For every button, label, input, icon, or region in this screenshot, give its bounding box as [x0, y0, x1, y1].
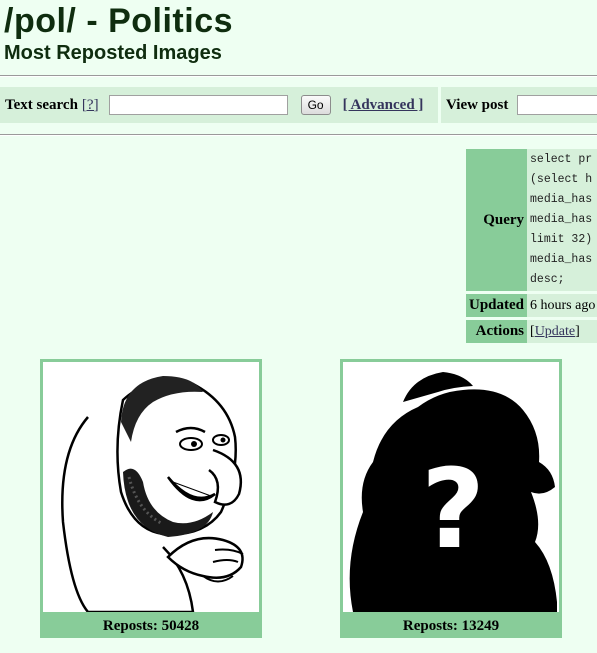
query-line: desc;: [530, 273, 565, 286]
image-card: ? Reposts: 13249: [340, 359, 562, 638]
actions-cell: [Update]: [527, 320, 597, 343]
image-thumbnail[interactable]: ?: [340, 359, 562, 615]
board-title: /pol/ - Politics: [4, 2, 234, 40]
actions-close-bracket: ]: [575, 323, 580, 339]
update-link[interactable]: Update: [535, 324, 575, 339]
page-subtitle: Most Reposted Images: [4, 42, 222, 64]
reposts-label: Reposts: 13249: [340, 615, 562, 638]
updated-header: Updated: [466, 294, 528, 317]
actions-header: Actions: [466, 320, 528, 343]
divider-bottom: [0, 134, 597, 136]
reposts-label: Reposts: 50428: [40, 615, 262, 638]
query-line: select pr: [530, 153, 593, 166]
image-card: Reposts: 50428: [40, 359, 262, 638]
actions-row: Actions [Update]: [466, 320, 597, 343]
text-search-input[interactable]: [108, 95, 288, 115]
query-info-table: Query select pr (select h media_has media_h…: [466, 146, 597, 346]
image-thumbnail[interactable]: [40, 359, 262, 615]
query-line: limit 32): [530, 233, 593, 246]
updated-value: 6 hours ago: [527, 294, 597, 317]
divider-top: [0, 75, 597, 77]
view-post-input[interactable]: [517, 95, 597, 115]
query-line: media_has: [530, 253, 593, 266]
search-help-link[interactable]: [?]: [82, 97, 99, 114]
updated-row: Updated 6 hours ago: [466, 294, 597, 317]
search-bar: Text search [?] Go [ Advanced ] View pos…: [0, 87, 597, 125]
view-post-cell: View post: [441, 87, 597, 123]
query-row: Query select pr (select h media_has media_h…: [466, 149, 597, 291]
advanced-search-link[interactable]: [ Advanced ]: [343, 97, 424, 114]
text-search-label: Text search: [5, 96, 78, 113]
go-button[interactable]: Go: [300, 95, 331, 115]
query-cell: select pr (select h media_has media_has limi…: [527, 149, 597, 291]
query-code: select pr (select h media_has media_has limi…: [530, 150, 597, 290]
query-line: (select h: [530, 173, 593, 186]
text-search-cell: Text search [?] Go [ Advanced ]: [0, 87, 438, 123]
query-line: media_has: [530, 213, 593, 226]
svg-text:?: ?: [421, 445, 485, 573]
query-line: media_has: [530, 193, 593, 206]
silhouette-question-icon: ?: [349, 372, 557, 612]
cartoon-face-icon: [61, 376, 244, 612]
view-post-label: View post: [446, 96, 509, 113]
query-header: Query: [466, 149, 528, 291]
